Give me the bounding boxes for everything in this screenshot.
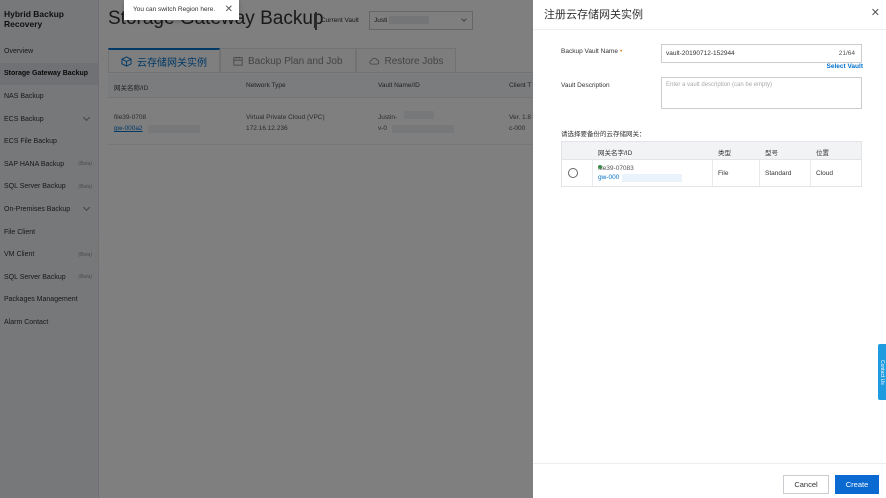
redacted-text — [622, 174, 682, 182]
column-header: 型号 — [765, 150, 778, 157]
label-text: Backup Vault Name — [561, 48, 618, 55]
drawer-title: 注册云存储网关实例 — [544, 9, 643, 21]
divider — [810, 160, 811, 186]
column-header: 位置 — [816, 150, 829, 157]
gateway-radio[interactable] — [568, 168, 578, 178]
gateway-id-link[interactable]: gw-000 — [598, 174, 619, 181]
gateway-type: File — [718, 170, 729, 177]
select-vault-link[interactable]: Select Vault — [827, 63, 864, 70]
close-icon[interactable]: ✕ — [871, 6, 880, 19]
gateway-table-header: 网关名字/ID 类型 型号 位置 — [562, 142, 861, 160]
register-gateway-drawer: 注册云存储网关实例 ✕ Backup Vault Name • vault-201… — [533, 0, 886, 498]
gateway-row[interactable]: file39-07083 gw-000 File Standard Cloud — [562, 160, 861, 186]
divider — [533, 29, 886, 30]
cancel-button[interactable]: Cancel — [783, 475, 829, 494]
gateway-name: file39-07083 — [598, 165, 634, 172]
column-header: 类型 — [718, 150, 731, 157]
gateway-table: 网关名字/ID 类型 型号 位置 file39-07083 gw-000 Fil… — [561, 141, 862, 187]
vault-description-textarea[interactable]: Enter a vault description (can be empty) — [661, 77, 862, 109]
column-header: 网关名字/ID — [598, 150, 633, 157]
char-counter: 21/64 — [838, 50, 855, 57]
divider — [592, 160, 593, 186]
divider — [533, 463, 886, 464]
vault-name-input[interactable]: vault-20190712-152944 21/64 — [661, 44, 862, 63]
region-tooltip: You can switch Region here. ✕ — [124, 0, 239, 20]
close-icon[interactable]: ✕ — [225, 0, 233, 20]
gateway-select-prompt: 请选择要备份的云存储网关： — [561, 131, 646, 138]
vault-name-value: vault-20190712-152944 — [666, 50, 735, 57]
gateway-model: Standard — [765, 170, 792, 177]
vault-name-label: Backup Vault Name • — [561, 48, 622, 55]
tooltip-text: You can switch Region here. — [133, 6, 216, 13]
gateway-location: Cloud — [816, 170, 833, 177]
divider — [759, 160, 760, 186]
required-marker: • — [619, 48, 623, 55]
divider — [712, 160, 713, 186]
create-button[interactable]: Create — [835, 475, 879, 494]
vault-description-label: Vault Description — [561, 82, 610, 89]
contact-us-tab[interactable]: Contact Us — [878, 344, 886, 400]
